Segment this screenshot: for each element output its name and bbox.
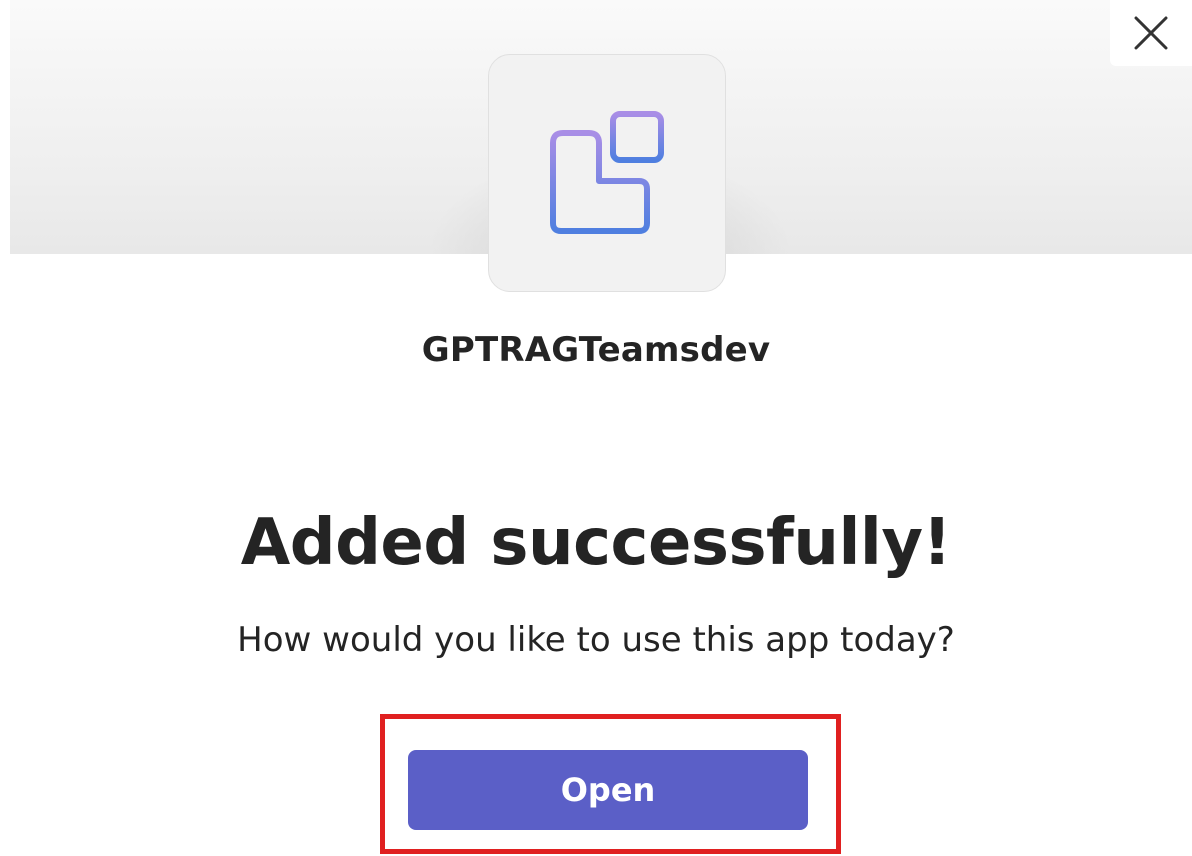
success-headline: Added successfully! [240,506,952,580]
open-button[interactable]: Open [408,750,808,830]
usage-prompt: How would you like to use this app today… [237,620,955,660]
app-name: GPTRAGTeamsdev [421,330,771,370]
close-button[interactable] [1110,0,1192,66]
close-icon [1134,16,1168,50]
apps-grid-icon [550,111,664,234]
app-added-dialog: GPTRAGTeamsdev Added successfully! How w… [0,0,1192,856]
app-icon-tile [488,54,726,292]
